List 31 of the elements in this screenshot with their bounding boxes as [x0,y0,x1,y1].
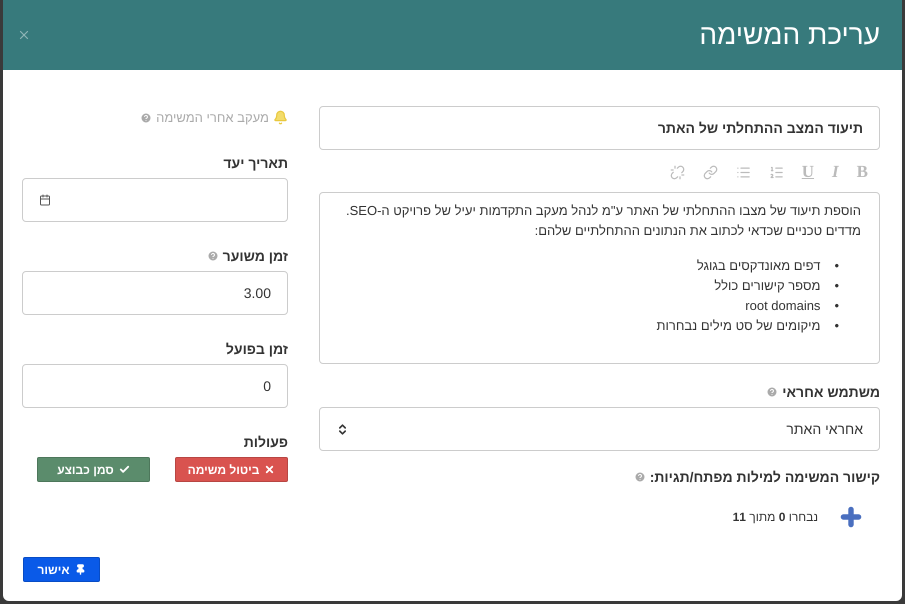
calendar-icon [39,194,51,206]
task-title-field[interactable]: תיעוד המצב ההתחלתי של האתר [319,106,880,150]
bullet-list-icon[interactable] [736,164,751,180]
confirm-button[interactable]: אישור [23,557,100,582]
field-label: תאריך יעד [223,155,288,171]
close-icon [264,464,276,475]
due-date-field[interactable] [22,178,288,222]
field-label: משתמש אחראי [782,384,880,400]
numbered-list-icon[interactable] [768,164,784,180]
mark-done-button[interactable]: סמן כבוצע [37,457,150,482]
sort-icon [336,422,349,436]
help-icon [766,386,778,398]
cancel-task-button[interactable]: ביטול משימה [175,457,288,482]
add-icon[interactable] [838,504,864,530]
help-icon [634,471,646,483]
pin-icon [74,564,86,575]
responsible-select[interactable]: אחראי האתר [319,407,880,451]
field-label: זמן בפועל [226,341,288,357]
unlink-icon[interactable] [670,164,685,180]
help-icon [140,112,152,124]
bell-icon[interactable] [273,110,288,125]
link-icon[interactable] [702,164,718,180]
check-icon [118,464,130,475]
actual-time-field[interactable]: 0 [22,364,288,408]
dialog-title: עריכת המשימה [699,19,880,51]
close-icon[interactable] [17,28,31,42]
field-label: פעולות [244,434,288,450]
field-label: זמן משוער [222,248,288,264]
estimated-time-field[interactable]: 3.00 [22,271,288,315]
field-label: קישור המשימה למילות מפתח/תגיות: [650,469,880,485]
help-icon [206,250,219,262]
